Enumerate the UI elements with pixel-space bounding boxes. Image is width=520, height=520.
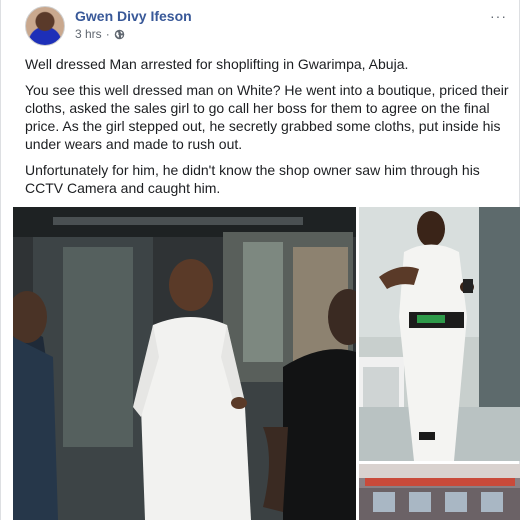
facebook-post: Gwen Divy Ifeson 3 hrs · ··· Well dresse… <box>0 0 520 520</box>
post-header: Gwen Divy Ifeson 3 hrs · ··· <box>25 6 509 46</box>
post-paragraph: You see this well dressed man on White? … <box>25 82 509 152</box>
photo-main[interactable] <box>13 207 356 520</box>
photo-bottom-right-image <box>359 464 520 520</box>
post-paragraph: Well dressed Man arrested for shopliftin… <box>25 56 409 72</box>
meta-separator: · <box>105 27 110 41</box>
post-paragraph: Unfortunately for him, he didn't know th… <box>25 162 480 196</box>
post-photo-grid <box>13 207 520 520</box>
author-avatar[interactable] <box>25 6 65 46</box>
author-name[interactable]: Gwen Divy Ifeson <box>75 8 192 24</box>
photo-bottom-right[interactable] <box>359 464 520 520</box>
ellipsis-icon[interactable]: ··· <box>490 8 507 24</box>
photo-top-right-image <box>359 207 520 461</box>
photo-main-image <box>13 207 356 520</box>
post-text: Well dressed Man arrested for shopliftin… <box>25 55 511 205</box>
post-meta: 3 hrs · <box>75 27 125 41</box>
globe-icon[interactable] <box>114 29 125 40</box>
post-timestamp[interactable]: 3 hrs <box>75 27 102 41</box>
photo-top-right[interactable] <box>359 207 520 461</box>
